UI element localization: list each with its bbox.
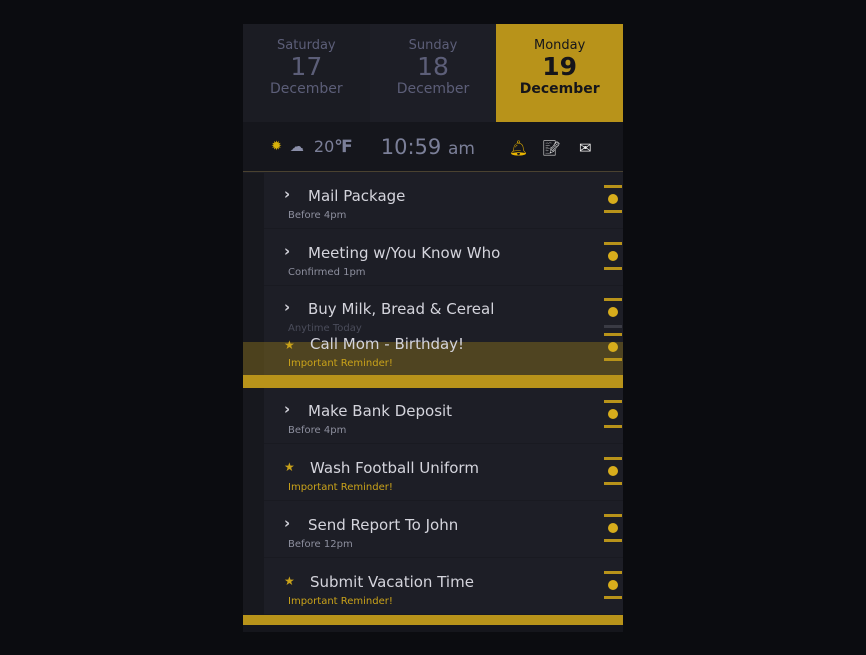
drag-handle-icon[interactable] (604, 185, 622, 213)
star-icon: ★ (284, 338, 295, 352)
drag-handle-icon[interactable] (604, 514, 622, 542)
list-item-dragging[interactable]: ★ Call Mom - Birthday! Important Reminde… (264, 320, 623, 376)
item-title: Buy Milk, Bread & Cereal (308, 300, 495, 318)
item-title: Make Bank Deposit (308, 402, 453, 420)
status-bar: ✹ ☁ 20℉ 10:59 am 🔔︎ 📝︎ ✉ (243, 122, 623, 172)
list-item[interactable]: › Meeting w/You Know Who Confirmed 1pm (264, 230, 623, 286)
day-date: 17 (290, 52, 323, 81)
panel-footer (243, 625, 623, 632)
temperature-unit: ℉ (334, 136, 353, 157)
bell-icon[interactable]: 🔔︎ (509, 139, 528, 157)
drag-handle-icon[interactable] (604, 400, 622, 428)
day-name: Sunday (408, 38, 458, 53)
day-name: Monday (534, 38, 586, 53)
item-subtitle: Before 12pm (288, 539, 353, 550)
list-item[interactable]: › Send Report To John Before 12pm (264, 502, 623, 558)
item-subtitle: Important Reminder! (288, 358, 393, 369)
clock-time: 10:59 (380, 134, 442, 159)
divider-bar (243, 615, 623, 625)
star-icon: ★ (284, 574, 295, 588)
cloud-icon: ☁ (289, 138, 304, 155)
item-title: Meeting w/You Know Who (308, 244, 501, 262)
star-icon: ★ (284, 460, 295, 474)
day-month: December (519, 81, 600, 97)
memo-icon[interactable]: 📝︎ (542, 139, 561, 157)
item-title: Wash Football Uniform (310, 459, 479, 477)
temperature-value: 20 (313, 136, 335, 156)
day-date: 19 (542, 52, 578, 81)
drag-handle-icon[interactable] (604, 571, 622, 599)
day-tab-saturday[interactable]: Saturday 17 December (243, 24, 370, 122)
chevron-right-icon[interactable]: › (284, 185, 290, 203)
list-item[interactable]: › Make Bank Deposit Before 4pm (264, 388, 623, 444)
drag-handle-icon[interactable] (604, 242, 622, 270)
clock: 10:59 am (381, 135, 475, 159)
list-item[interactable]: ★ Wash Football Uniform Important Remind… (264, 445, 623, 501)
todo-panel: Saturday 17 December Sunday 18 December … (243, 24, 623, 632)
temperature: 20℉ (314, 137, 353, 157)
chevron-right-icon[interactable]: › (284, 242, 290, 260)
list-item[interactable]: ★ Submit Vacation Time Important Reminde… (264, 559, 623, 615)
day-date: 18 (417, 52, 449, 81)
item-subtitle: Confirmed 1pm (288, 267, 366, 278)
day-tab-sunday[interactable]: Sunday 18 December (369, 24, 497, 122)
item-subtitle: Before 4pm (288, 210, 347, 221)
drag-handle-icon[interactable] (604, 457, 622, 485)
day-tab-monday[interactable]: Monday 19 December (496, 24, 623, 122)
item-title: Send Report To John (308, 516, 459, 534)
day-month: December (396, 81, 470, 97)
day-month: December (270, 81, 343, 97)
divider-bar (243, 375, 623, 388)
day-selector: Saturday 17 December Sunday 18 December … (243, 24, 623, 122)
item-subtitle: Important Reminder! (288, 482, 393, 493)
item-title: Mail Package (308, 187, 406, 205)
clock-ampm: am (447, 138, 475, 159)
drag-handle-icon[interactable] (604, 333, 622, 361)
sun-icon: ✹ (271, 139, 282, 154)
item-title: Call Mom - Birthday! (310, 335, 465, 353)
chevron-right-icon[interactable]: › (284, 298, 290, 316)
item-subtitle: Important Reminder! (288, 596, 393, 607)
chevron-right-icon[interactable]: › (284, 400, 290, 418)
day-name: Saturday (277, 38, 336, 53)
inbox-icon[interactable]: ✉ (579, 139, 592, 157)
item-subtitle: Before 4pm (288, 425, 347, 436)
item-title: Submit Vacation Time (310, 573, 474, 591)
chevron-right-icon[interactable]: › (284, 514, 290, 532)
list-item[interactable]: › Mail Package Before 4pm (264, 173, 623, 229)
list-gutter (243, 173, 264, 632)
